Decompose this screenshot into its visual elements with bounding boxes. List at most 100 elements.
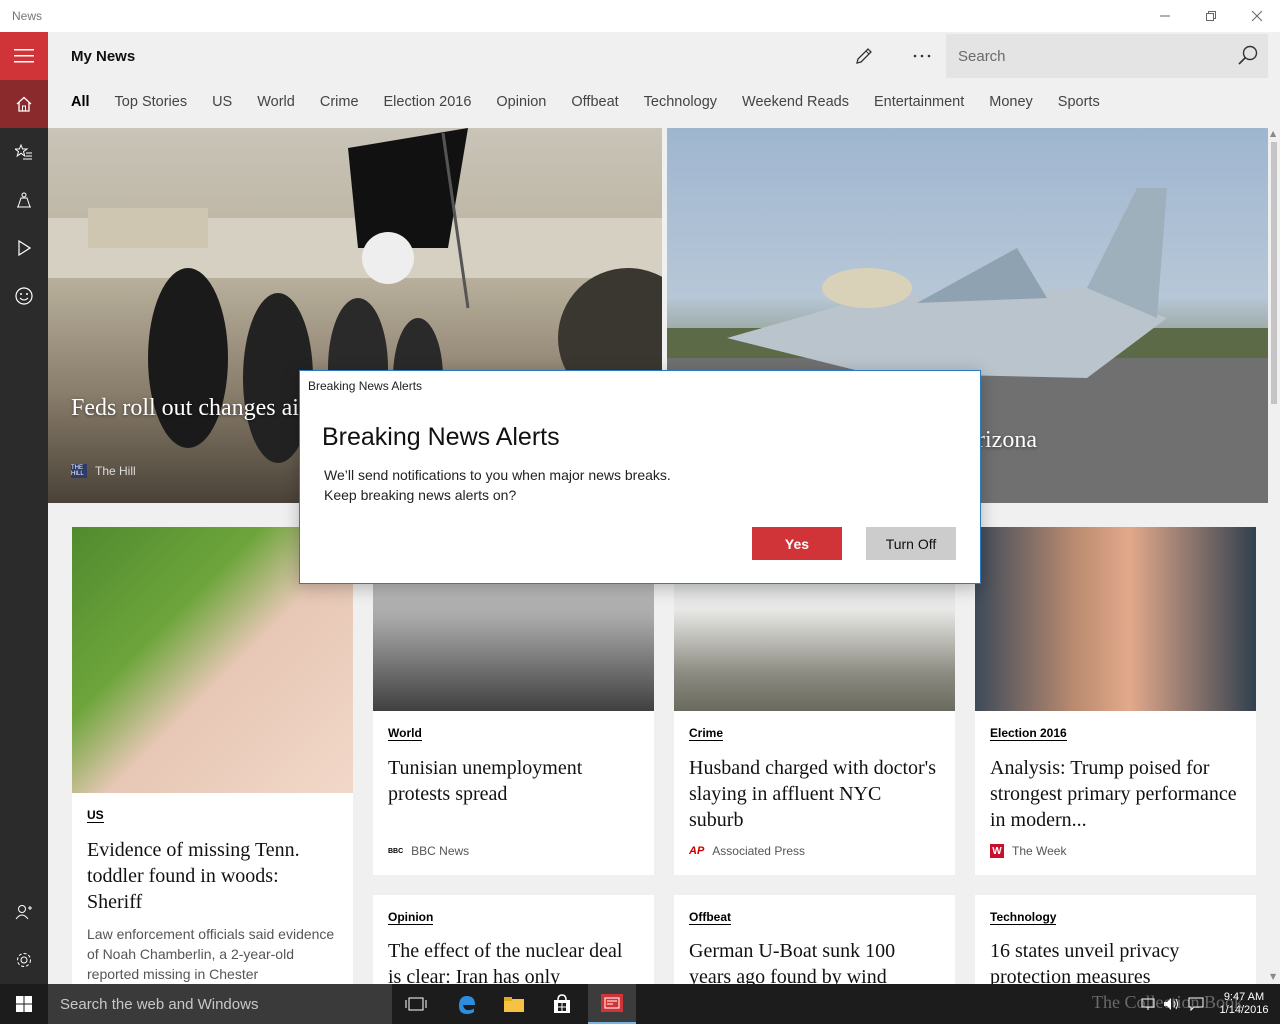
- nav-emoji[interactable]: [0, 272, 48, 320]
- dialog-caption: Breaking News Alerts: [308, 379, 423, 393]
- window-controls: [1142, 0, 1280, 32]
- story-headline: German U-Boat sunk 100 years ago found b…: [689, 940, 896, 984]
- tab-all[interactable]: All: [71, 94, 90, 110]
- the-hill-logo: THE HILL: [71, 464, 87, 478]
- nav-settings[interactable]: [0, 936, 48, 984]
- minimize-icon: [1160, 15, 1170, 17]
- story-source: AP Associated Press: [689, 844, 805, 858]
- taskbar-search-input[interactable]: [48, 995, 378, 1013]
- yes-button[interactable]: Yes: [752, 527, 842, 560]
- scroll-down-icon[interactable]: ▼: [1270, 972, 1276, 981]
- search-input[interactable]: [946, 36, 1226, 76]
- news-app-button[interactable]: [588, 984, 636, 1024]
- tab-entertainment[interactable]: Entertainment: [874, 94, 964, 110]
- story-headline: Tunisian unemployment protests spread: [388, 757, 583, 805]
- story-category: Offbeat: [689, 910, 731, 925]
- turn-off-button[interactable]: Turn Off: [866, 527, 956, 560]
- news-icon: [601, 994, 623, 1012]
- nav-video[interactable]: [0, 224, 48, 272]
- story-source: BBC BBC News: [388, 844, 469, 858]
- tab-us[interactable]: US: [212, 94, 232, 110]
- search-box: [946, 34, 1268, 78]
- tab-technology[interactable]: Technology: [644, 94, 717, 110]
- local-icon: [17, 192, 31, 208]
- nav-rail: [0, 32, 48, 984]
- story-image: [975, 527, 1256, 711]
- nav-local[interactable]: [0, 176, 48, 224]
- hero-source-name: The Hill: [95, 464, 136, 478]
- the-week-logo: W: [990, 844, 1004, 858]
- story-source-name: BBC News: [411, 844, 470, 858]
- edge-icon: [459, 996, 475, 1014]
- dialog-message-line-1: We’ll send notifications to you when maj…: [324, 467, 671, 483]
- start-button[interactable]: [0, 984, 48, 1024]
- story-category: US: [87, 808, 104, 823]
- edit-button[interactable]: [846, 42, 882, 70]
- pencil-icon: [856, 48, 872, 64]
- video-icon: [18, 240, 31, 256]
- story-category: Crime: [689, 726, 724, 741]
- close-button[interactable]: [1234, 0, 1280, 32]
- story-category: World: [388, 726, 422, 741]
- scroll-thumb[interactable]: [1271, 142, 1277, 404]
- store-button[interactable]: [538, 984, 586, 1024]
- title-bar: News: [0, 0, 1280, 32]
- window-title: News: [12, 9, 43, 23]
- story-headline: Analysis: Trump poised for strongest pri…: [990, 757, 1237, 831]
- tab-opinion[interactable]: Opinion: [496, 94, 546, 110]
- story-card-offbeat[interactable]: Offbeat German U-Boat sunk 100 years ago…: [674, 895, 955, 984]
- page-title: My News: [71, 48, 136, 65]
- tab-sports[interactable]: Sports: [1058, 94, 1100, 110]
- story-card-election[interactable]: Election 2016 Analysis: Trump poised for…: [975, 527, 1256, 875]
- tab-money[interactable]: Money: [989, 94, 1033, 110]
- taskbar-search: [48, 984, 392, 1024]
- dialog-message: We’ll send notifications to you when maj…: [324, 465, 671, 505]
- tab-world[interactable]: World: [257, 94, 295, 110]
- hero-headline-2: rizona: [977, 427, 1037, 453]
- story-source-name: Associated Press: [712, 844, 805, 858]
- dialog-message-line-2: Keep breaking news alerts on?: [324, 487, 517, 503]
- news-app-window: News My News Search All Top Stories US W…: [0, 0, 1280, 1024]
- taskbar: 9:47 AM 1/14/2016: [0, 984, 1280, 1024]
- folder-icon: [504, 997, 524, 1012]
- header: My News All Top Stories US World Crime E…: [48, 32, 1280, 128]
- story-card-technology[interactable]: Technology 16 states unveil privacy prot…: [975, 895, 1256, 984]
- tab-election-2016[interactable]: Election 2016: [384, 94, 472, 110]
- hamburger-menu-button[interactable]: [0, 32, 48, 80]
- story-headline: Husband charged with doctor's slaying in…: [689, 757, 937, 831]
- emoji-icon: [15, 287, 33, 305]
- story-headline: The effect of the nuclear deal is clear:…: [388, 940, 623, 984]
- file-explorer-button[interactable]: [490, 984, 538, 1024]
- minimize-button[interactable]: [1142, 0, 1188, 32]
- edge-button[interactable]: [442, 984, 490, 1024]
- ap-logo: AP: [689, 845, 705, 857]
- vertical-scrollbar[interactable]: ▲ ▼: [1268, 128, 1280, 984]
- tab-top-stories[interactable]: Top Stories: [115, 94, 188, 110]
- breaking-news-dialog: Breaking News Alerts Breaking News Alert…: [299, 370, 981, 584]
- tab-weekend-reads[interactable]: Weekend Reads: [742, 94, 849, 110]
- hamburger-icon: [14, 49, 34, 63]
- story-card-opinion[interactable]: Opinion The effect of the nuclear deal i…: [373, 895, 654, 984]
- more-icon: [913, 54, 931, 58]
- tab-offbeat[interactable]: Offbeat: [571, 94, 618, 110]
- tab-crime[interactable]: Crime: [320, 94, 359, 110]
- nav-interests[interactable]: [0, 128, 48, 176]
- story-card-us[interactable]: US Evidence of missing Tenn. toddler fou…: [72, 527, 353, 984]
- task-view-icon: [405, 997, 427, 1011]
- watermark-text: The Collection Book: [1092, 992, 1243, 1012]
- nav-my-news[interactable]: [0, 80, 48, 128]
- restore-button[interactable]: [1188, 0, 1234, 32]
- add-user-icon: [15, 905, 32, 920]
- task-view-button[interactable]: [392, 984, 440, 1024]
- story-category: Opinion: [388, 910, 434, 925]
- story-source: W The Week: [990, 844, 1066, 858]
- windows-logo-icon: [16, 996, 32, 1012]
- nav-add-user[interactable]: [0, 888, 48, 936]
- more-options-button[interactable]: [904, 42, 940, 70]
- story-headline: Evidence of missing Tenn. toddler found …: [87, 839, 300, 913]
- story-headline: 16 states unveil privacy protection meas…: [990, 940, 1180, 984]
- restore-icon: [1206, 11, 1216, 21]
- search-icon[interactable]: [1236, 44, 1260, 68]
- story-category: Technology: [990, 910, 1057, 925]
- scroll-up-icon[interactable]: ▲: [1270, 129, 1276, 138]
